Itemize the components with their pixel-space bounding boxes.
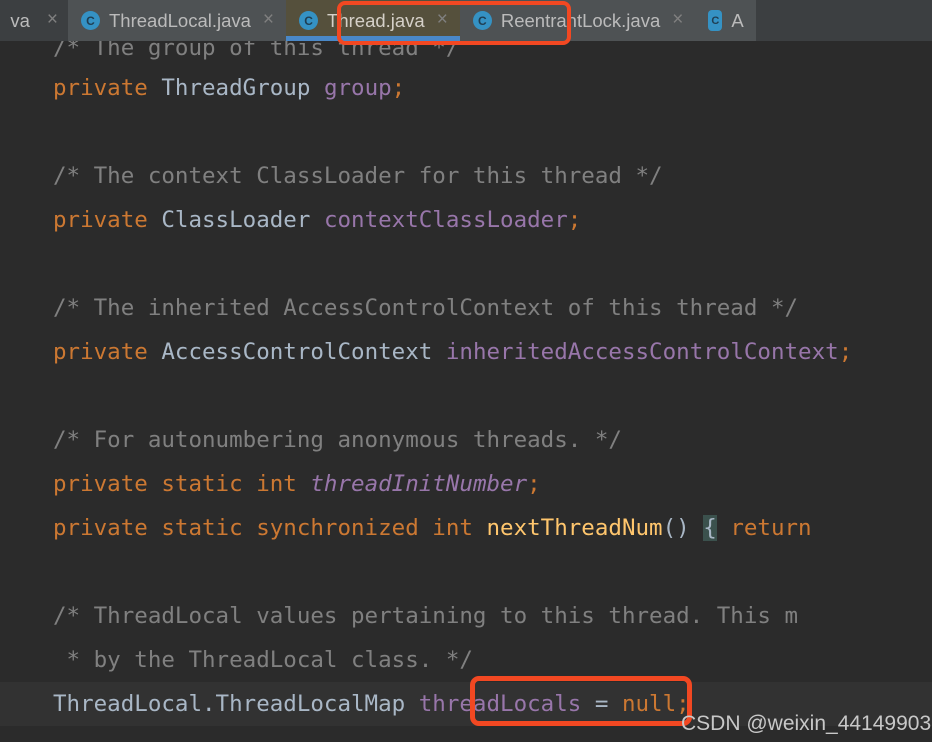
code-token: contextClassLoader: [323, 207, 568, 233]
editor-tab-bar[interactable]: va × C ThreadLocal.java × C Thread.java × C Reent…: [0, 0, 932, 41]
editor-tab-label: Thread.java: [327, 9, 425, 31]
line-blank-1[interactable]: [0, 110, 932, 154]
editor-tab-thread-java[interactable]: C Thread.java ×: [286, 0, 460, 41]
line-threadinitnumber[interactable]: private static int threadInitNumber;: [0, 462, 932, 506]
code-token: /* For autonumbering anonymous threads. …: [53, 427, 622, 453]
code-token: null;: [621, 691, 690, 717]
editor-tab-label-wrapper: A: [731, 10, 743, 32]
code-token: /* The inherited AccessControlContext of…: [53, 295, 799, 321]
tab-close-icon[interactable]: ×: [672, 10, 683, 29]
active-tab-underline: [286, 36, 460, 41]
code-token: nextThreadNum: [486, 515, 663, 541]
code-token: threadInitNumber: [310, 471, 528, 497]
editor-tab-va[interactable]: va ×: [0, 0, 68, 41]
editor-tab-label-wrapper: ThreadLocal.java: [109, 10, 251, 32]
code-token: ;: [527, 471, 541, 497]
line-threadlocals-comment-2[interactable]: * by the ThreadLocal class. */: [0, 638, 932, 682]
line-contextclassloader-comment[interactable]: /* The context ClassLoader for this thre…: [0, 154, 932, 198]
watermark: CSDN @weixin_44149903: [681, 712, 932, 735]
line-accesscontrol-field[interactable]: private AccessControlContext inheritedAc…: [0, 330, 932, 374]
line-nextthreadnum[interactable]: private static synchronized int nextThre…: [0, 506, 932, 550]
line-contextclassloader-field[interactable]: private ClassLoader contextClassLoader;: [0, 198, 932, 242]
code-token: =: [581, 691, 622, 717]
tab-close-icon[interactable]: ×: [437, 10, 448, 29]
code-token: threadLocals: [418, 691, 582, 717]
code-token: private: [53, 339, 148, 365]
code-token: inheritedAccessControlContext: [445, 339, 839, 365]
code-token: ;: [838, 339, 853, 365]
java-class-icon: C: [81, 11, 100, 30]
editor-tab-reentrantlock-java[interactable]: C ReentrantLock.java ×: [459, 0, 696, 41]
code-token: {: [703, 515, 717, 541]
code-token: private: [53, 207, 148, 233]
line-autonumber-comment[interactable]: /* For autonumbering anonymous threads. …: [0, 418, 932, 462]
error-squiggle-icon: [10, 33, 30, 38]
code-token: /* ThreadLocal values pertaining to this…: [53, 603, 799, 629]
ide-window: /* The group of this thread */private Th…: [0, 0, 932, 742]
editor-tab-label-wrapper: Thread.java: [327, 10, 425, 32]
editor-tab-label: ThreadLocal.java: [109, 9, 251, 31]
code-token: ClassLoader: [161, 207, 311, 233]
code-editor[interactable]: /* The group of this thread */private Th…: [0, 0, 932, 742]
java-class-icon: C: [299, 11, 319, 30]
code-token: group: [323, 75, 392, 101]
code-token: private: [53, 75, 148, 101]
code-token: ThreadGroup: [161, 75, 311, 101]
editor-tab-label: va: [10, 9, 30, 31]
code-token: (): [662, 515, 690, 541]
code-token: return: [730, 515, 812, 541]
editor-tab-label: A: [731, 9, 744, 31]
code-token: ;: [567, 207, 582, 233]
line-accesscontrol-comment[interactable]: /* The inherited AccessControlContext of…: [0, 286, 932, 330]
code-token: ThreadLocal.ThreadLocalMap: [53, 691, 406, 717]
code-token: AccessControlContext: [161, 339, 433, 365]
line-blank-2[interactable]: [0, 242, 932, 286]
code-token: private static int: [53, 471, 311, 497]
code-token: ;: [391, 75, 406, 101]
code-token: private static synchronized int: [53, 515, 487, 541]
line-threadlocals-comment-1[interactable]: /* ThreadLocal values pertaining to this…: [0, 594, 932, 638]
editor-tab-label: ReentrantLock.java: [500, 9, 661, 31]
editor-tab-threadlocal-java[interactable]: C ThreadLocal.java ×: [68, 0, 287, 41]
java-class-icon: C: [472, 11, 492, 30]
line-blank-4[interactable]: [0, 550, 932, 594]
tab-close-icon[interactable]: ×: [263, 10, 274, 29]
editor-tab-label-wrapper: va: [10, 10, 30, 32]
java-class-icon: C: [708, 10, 723, 31]
editor-tab-a[interactable]: CA: [695, 0, 756, 41]
tab-close-icon[interactable]: ×: [47, 10, 58, 29]
editor-tab-label-wrapper: ReentrantLock.java: [501, 10, 660, 32]
line-group-field[interactable]: private ThreadGroup group;: [0, 66, 932, 110]
line-blank-3[interactable]: [0, 374, 932, 418]
code-token: * by the ThreadLocal class. */: [53, 647, 473, 673]
code-token: /* The context ClassLoader for this thre…: [53, 163, 663, 189]
